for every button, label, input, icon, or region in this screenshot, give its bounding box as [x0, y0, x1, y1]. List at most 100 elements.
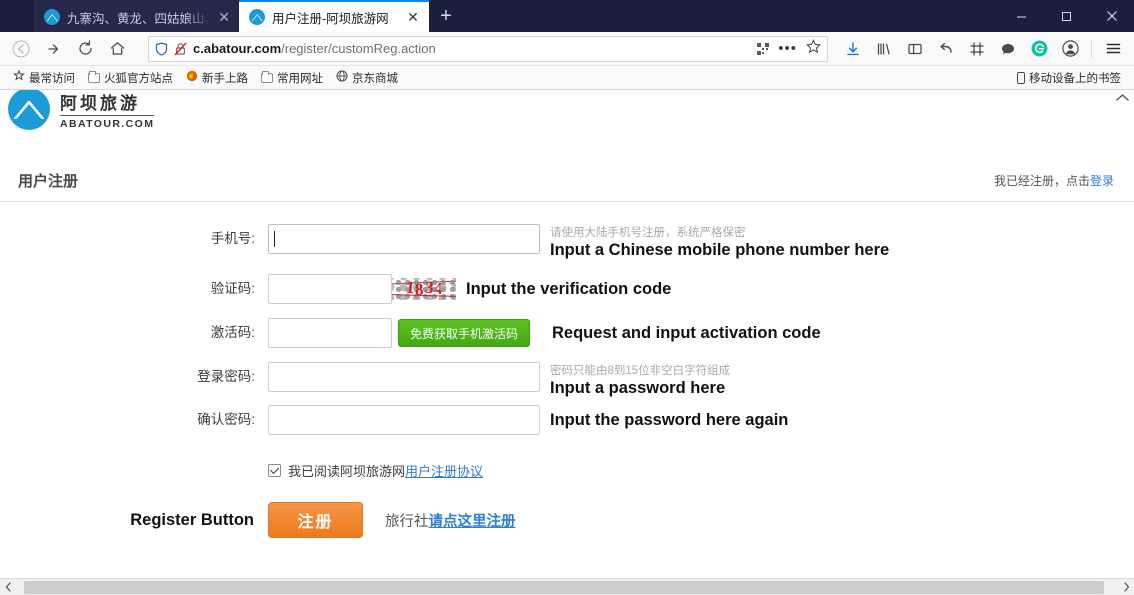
bookmark-jd-mall[interactable]: 京东商城 — [331, 68, 403, 88]
bookmarks-bar: 最常访问 火狐官方站点 新手上路 常用网址 京东商城 移动设备上的书签 — [0, 66, 1134, 90]
tab-close-icon[interactable]: ✕ — [406, 10, 420, 24]
bookmark-label: 新手上路 — [202, 72, 248, 85]
agreement-link[interactable]: 用户注册协议 — [405, 464, 483, 479]
confirm-password-label: 确认密码: — [197, 412, 255, 427]
tab-favicon-icon — [249, 9, 265, 25]
site-header: 阿坝旅游 ABATOUR.COM — [0, 90, 1134, 142]
qr-code-icon[interactable] — [757, 42, 770, 55]
agency-register-link[interactable]: 请点这里注册 — [429, 514, 516, 530]
bookmark-label: 最常访问 — [29, 72, 75, 85]
phone-label: 手机号: — [210, 231, 255, 246]
bookmark-mobile-bookmarks[interactable]: 移动设备上的书签 — [1012, 68, 1126, 88]
confirm-password-annotation: Input the password here again — [550, 411, 789, 429]
captcha-annotation: Input the verification code — [466, 280, 672, 298]
agreement-text: 我已阅读阿坝旅游网 — [288, 464, 406, 479]
bookmark-firefox-official[interactable]: 火狐官方站点 — [83, 68, 178, 88]
close-button[interactable] — [1089, 0, 1134, 32]
insecure-lock-icon[interactable] — [174, 41, 187, 56]
password-input[interactable] — [268, 362, 540, 392]
phone-input-wrap — [268, 224, 540, 254]
url-domain: c.abatour.com — [193, 41, 282, 56]
registration-form: 手机号: 请使用大陆手机号注册，系统严格保密 Input a Chinese m… — [0, 202, 1134, 538]
back-button[interactable] — [6, 35, 36, 63]
logo-english-text: ABATOUR.COM — [60, 117, 155, 130]
address-bar[interactable]: c.abatour.com/register/customReg.action … — [148, 35, 828, 62]
firefox-icon — [186, 70, 198, 85]
maximize-button[interactable] — [1044, 0, 1089, 32]
password-label: 登录密码: — [197, 369, 255, 384]
chat-icon[interactable] — [993, 35, 1023, 63]
already-registered-text: 我已经注册，点击 — [993, 174, 1090, 188]
account-icon[interactable] — [1055, 35, 1085, 63]
scroll-left-arrow-icon[interactable] — [0, 579, 16, 595]
tab-close-icon[interactable]: ✕ — [218, 10, 230, 24]
password-annotation: Input a password here — [550, 379, 726, 397]
form-row-confirm-password: 确认密码: Input the password here again — [0, 405, 1134, 435]
login-link[interactable]: 登录 — [1090, 174, 1114, 188]
forward-button[interactable] — [38, 35, 68, 63]
new-tab-button[interactable]: + — [429, 0, 463, 32]
reload-button[interactable] — [70, 35, 100, 63]
grammarly-icon[interactable] — [1024, 35, 1054, 63]
site-logo[interactable]: 阿坝旅游 ABATOUR.COM — [8, 90, 155, 130]
password-side: 密码只能由8到15位非空白字符组成 Input a password here — [550, 362, 730, 398]
abatour-logo-icon — [8, 90, 50, 130]
phone-annotation: Input a Chinese mobile phone number here — [550, 241, 890, 259]
bookmark-common-sites[interactable]: 常用网址 — [256, 68, 328, 88]
bookmark-label: 火狐官方站点 — [104, 72, 173, 85]
already-registered-note: 我已经注册，点击登录 — [994, 172, 1114, 189]
tracking-protection-shield-icon[interactable] — [155, 41, 168, 56]
download-icon[interactable] — [838, 35, 868, 63]
horizontal-scrollbar[interactable] — [0, 578, 1134, 595]
confirm-password-input[interactable] — [268, 405, 540, 435]
tab-strip: 九寨沟、黄龙、四姑娘山、达古 ✕ 用户注册-阿坝旅游网 ✕ + — [0, 0, 463, 32]
browser-tab-1[interactable]: 九寨沟、黄龙、四姑娘山、达古 ✕ — [34, 0, 239, 32]
form-row-password: 登录密码: 密码只能由8到15位非空白字符组成 Input a password… — [0, 362, 1134, 398]
toolbar-divider — [1091, 39, 1092, 58]
bookmark-label: 移动设备上的书签 — [1029, 72, 1121, 85]
text-caret — [274, 231, 275, 247]
register-button[interactable]: 注册 — [268, 502, 363, 538]
bookmark-label: 京东商城 — [352, 72, 398, 85]
page-actions-icon[interactable]: ••• — [778, 41, 797, 56]
captcha-input[interactable] — [268, 274, 392, 304]
scrollbar-track[interactable] — [16, 579, 1118, 595]
phone-input[interactable] — [268, 224, 540, 254]
sidebar-icon[interactable] — [900, 35, 930, 63]
home-button[interactable] — [102, 35, 132, 63]
agency-register-note: 旅行社请点这里注册 — [385, 510, 516, 531]
browser-navbar: c.abatour.com/register/customReg.action … — [0, 32, 1134, 66]
page-viewport: 阿坝旅游 ABATOUR.COM 用户注册 我已经注册，点击登录 手机号: 请使… — [0, 90, 1134, 595]
password-hint: 密码只能由8到15位非空白字符组成 — [550, 365, 731, 377]
form-row-activation: 激活码: 免费获取手机激活码 Request and input activat… — [0, 318, 1134, 348]
browser-tab-2[interactable]: 用户注册-阿坝旅游网 ✕ — [239, 0, 429, 32]
form-row-agreement: 我已阅读阿坝旅游网用户注册协议 — [0, 461, 1134, 480]
agreement-checkbox[interactable] — [268, 464, 281, 477]
captcha-image[interactable]: 1 8 3 4 — [392, 278, 456, 300]
captcha-digit: 3 — [423, 277, 434, 298]
phone-side: 请使用大陆手机号注册，系统严格保密 Input a Chinese mobile… — [550, 224, 889, 260]
tab-title: 用户注册-阿坝旅游网 — [272, 11, 389, 26]
scroll-right-arrow-icon[interactable] — [1118, 579, 1134, 595]
minimize-button[interactable] — [999, 0, 1044, 32]
pocket-icon[interactable] — [931, 35, 961, 63]
bookmark-most-visited[interactable]: 最常访问 — [8, 68, 80, 88]
url-path: /register/customReg.action — [281, 41, 436, 56]
scrollbar-thumb[interactable] — [24, 580, 1104, 594]
form-row-captcha: 验证码: 1 8 3 4 Input the verification code — [0, 274, 1134, 304]
bookmark-getting-started[interactable]: 新手上路 — [181, 68, 253, 88]
library-icon[interactable] — [869, 35, 899, 63]
captcha-digit: 1 — [405, 277, 415, 298]
page-title-row: 用户注册 我已经注册，点击登录 — [0, 160, 1134, 202]
phone-hint: 请使用大陆手机号注册，系统严格保密 — [550, 227, 746, 239]
scroll-to-top-icon[interactable] — [1112, 90, 1132, 108]
screenshot-icon[interactable] — [962, 35, 992, 63]
activation-input[interactable] — [268, 318, 392, 348]
get-activation-code-button[interactable]: 免费获取手机激活码 — [398, 319, 531, 347]
captcha-label: 验证码: — [210, 281, 255, 296]
url-text: c.abatour.com/register/customReg.action — [193, 41, 436, 56]
form-row-submit: Register Button 注册 旅行社请点这里注册 — [0, 502, 1134, 538]
menu-icon[interactable] — [1098, 35, 1128, 63]
bookmark-star-icon[interactable] — [806, 38, 821, 59]
activation-label: 激活码: — [210, 325, 255, 340]
